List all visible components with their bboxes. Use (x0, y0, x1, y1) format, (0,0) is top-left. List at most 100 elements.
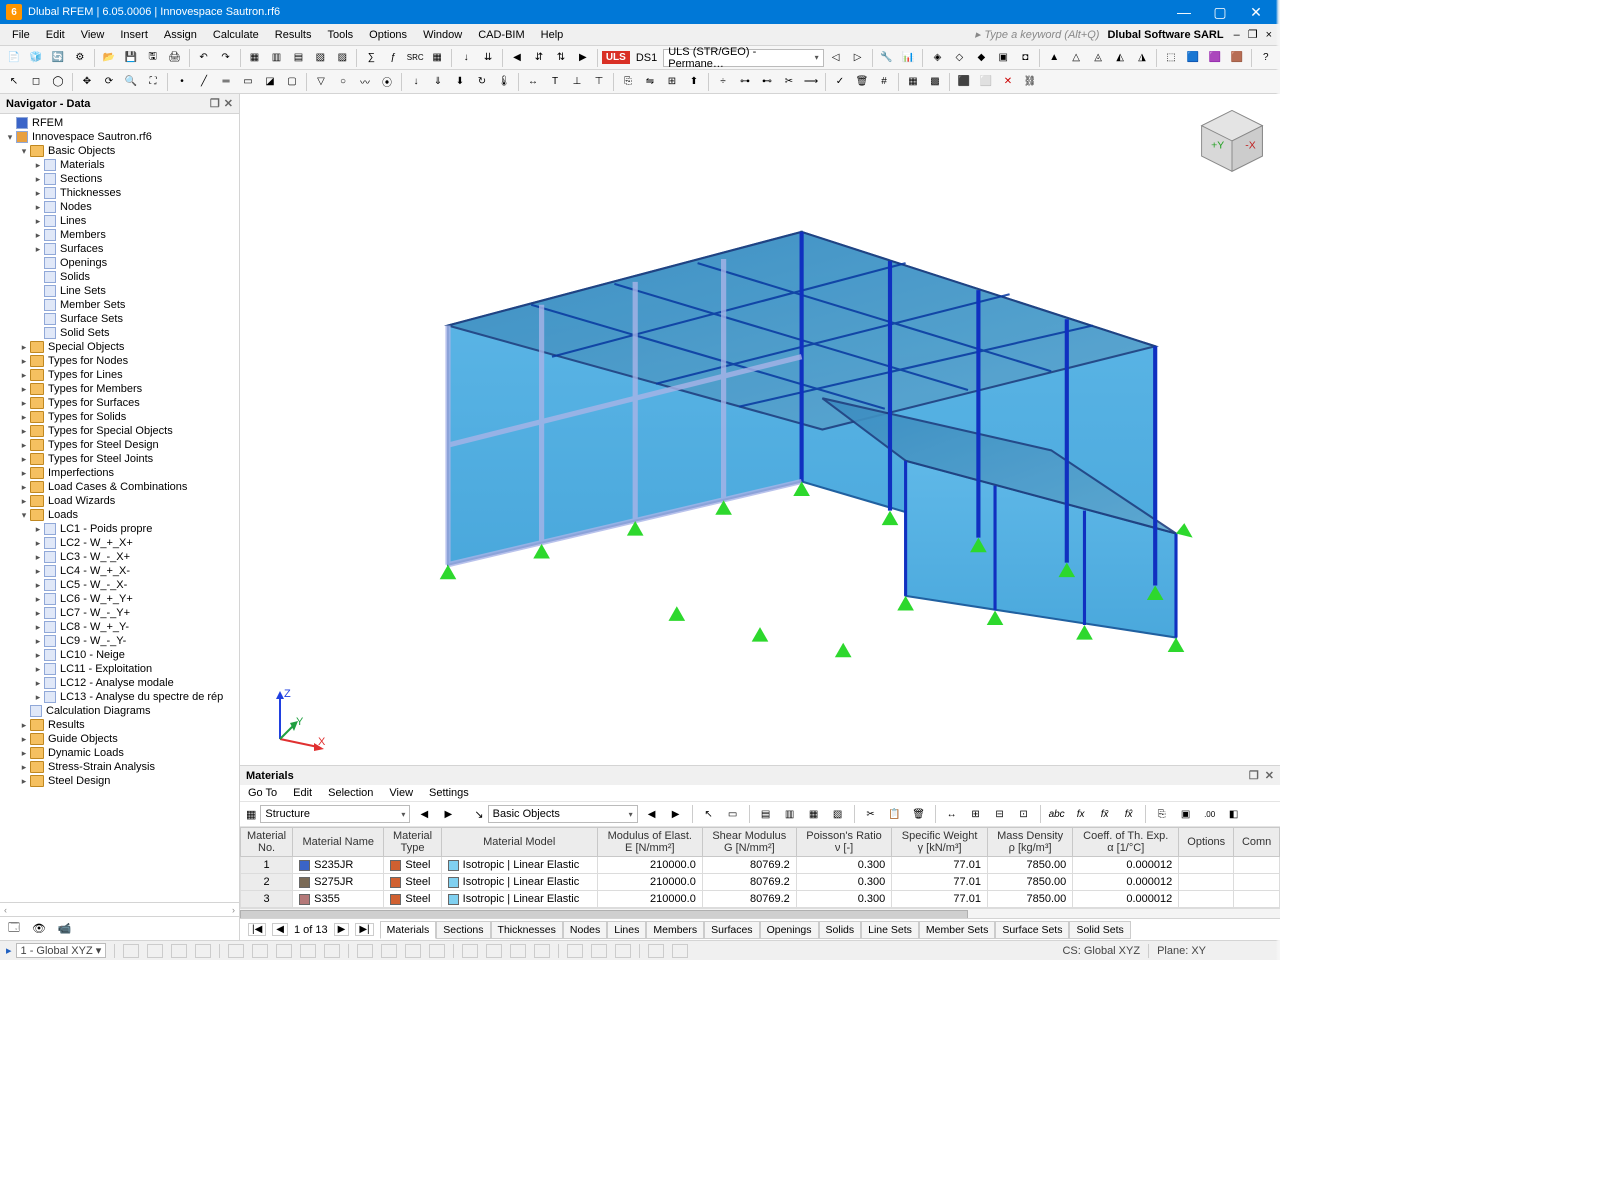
line-icon[interactable]: ╱ (194, 72, 214, 92)
new-file-icon[interactable]: 📄 (4, 48, 24, 68)
solid-icon[interactable]: ◪ (260, 72, 280, 92)
spring-icon[interactable]: 〰 (355, 72, 375, 92)
sb-10-icon[interactable] (357, 944, 373, 958)
refresh-icon[interactable]: 🔄 (48, 48, 68, 68)
tree-mid-0[interactable]: ▸Special Objects (0, 340, 239, 354)
mesh-icon[interactable]: ▦ (903, 72, 923, 92)
rotate-icon[interactable]: ⟳ (99, 72, 119, 92)
save-all-icon[interactable]: 🖫 (143, 48, 163, 68)
grp-2-icon[interactable]: ⬜ (976, 72, 996, 92)
sb-13-icon[interactable] (429, 944, 445, 958)
sb-14-icon[interactable] (462, 944, 478, 958)
x-icon[interactable]: ✕ (998, 72, 1018, 92)
tab-surfaces[interactable]: Surfaces (704, 921, 759, 939)
cs-dropdown[interactable]: 1 - Global XYZ ▾ (16, 943, 107, 958)
menu-assign[interactable]: Assign (156, 27, 205, 43)
mp-edit[interactable]: Edit (293, 787, 312, 799)
view-2-icon[interactable]: ◇ (949, 48, 969, 68)
sb-3-icon[interactable] (171, 944, 187, 958)
table-row[interactable]: 3 S355 Steel Isotropic | Linear Elastic … (241, 891, 1280, 908)
structure-dropdown[interactable]: Structure (260, 805, 410, 823)
navigation-cube[interactable]: -X +Y (1194, 104, 1270, 174)
tree-mid-7[interactable]: ▸Types for Steel Design (0, 438, 239, 452)
tree-root[interactable]: RFEM (0, 116, 239, 130)
tree-bo-10[interactable]: Member Sets (0, 298, 239, 312)
tree-end-0[interactable]: ▸Results (0, 718, 239, 732)
nav-tab-display-icon[interactable]: 👁 (32, 922, 46, 935)
select-cube3-icon[interactable]: 🟫 (1227, 48, 1247, 68)
view-3-icon[interactable]: ◆ (971, 48, 991, 68)
close-button[interactable]: ✕ (1238, 0, 1274, 24)
prev-case-icon[interactable]: ◁ (826, 48, 846, 68)
sb-5-icon[interactable] (228, 944, 244, 958)
mdi-min-icon[interactable]: – (1230, 29, 1244, 41)
node-icon[interactable]: • (172, 72, 192, 92)
tree-bo-8[interactable]: Solids (0, 270, 239, 284)
mp-fx2-icon[interactable]: fx̄ (1095, 804, 1115, 824)
calc-src-icon[interactable]: SRC (405, 48, 425, 68)
tree-mid-9[interactable]: ▸Imperfections (0, 466, 239, 480)
pin-icon[interactable]: ❐ (210, 97, 220, 110)
load-icon[interactable]: ↓ (456, 48, 476, 68)
load-area-icon[interactable]: ⬇ (450, 72, 470, 92)
tree-end-2[interactable]: ▸Dynamic Loads (0, 746, 239, 760)
nav-tab-views-icon[interactable]: 📹 (58, 922, 72, 935)
basic-objects-dropdown[interactable]: Basic Objects (488, 805, 638, 823)
sb-19-icon[interactable] (591, 944, 607, 958)
3d-viewport[interactable]: -X +Y Z X Y (240, 94, 1280, 765)
mp-tool-11-icon[interactable]: ⊞ (966, 804, 986, 824)
tree-calc-diag[interactable]: Calculation Diagrams (0, 704, 239, 718)
sb-15-icon[interactable] (486, 944, 502, 958)
release-icon[interactable]: ⦿ (377, 72, 397, 92)
sync-icon[interactable]: ⇵ (529, 48, 549, 68)
load-moment-icon[interactable]: ↻ (472, 72, 492, 92)
sb-6-icon[interactable] (252, 944, 268, 958)
section-icon[interactable]: ⊥ (567, 72, 587, 92)
hinge-icon[interactable]: ○ (333, 72, 353, 92)
sync2-icon[interactable]: ⇅ (551, 48, 571, 68)
render-1-icon[interactable]: ▲ (1044, 48, 1064, 68)
mp-tool-2-icon[interactable]: ▭ (723, 804, 743, 824)
mp-settings[interactable]: Settings (429, 787, 469, 799)
tree-lc-11[interactable]: ▸LC12 - Analyse modale (0, 676, 239, 690)
tab-materials[interactable]: Materials (380, 921, 437, 939)
tab-lines[interactable]: Lines (607, 921, 646, 939)
table3-icon[interactable]: ▨ (332, 48, 352, 68)
redo-icon[interactable]: ↷ (216, 48, 236, 68)
menu-help[interactable]: Help (533, 27, 572, 43)
sb-16-icon[interactable] (510, 944, 526, 958)
pg-first-icon[interactable]: |◀ (248, 923, 266, 936)
mp-fx1-icon[interactable]: fx (1071, 804, 1091, 824)
tree-mid-5[interactable]: ▸Types for Solids (0, 410, 239, 424)
mp-fx-icon[interactable]: abc (1047, 804, 1067, 824)
check-icon[interactable]: ✓ (830, 72, 850, 92)
tab-member-sets[interactable]: Member Sets (919, 921, 995, 939)
sb-7-icon[interactable] (276, 944, 292, 958)
tree-mid-8[interactable]: ▸Types for Steel Joints (0, 452, 239, 466)
panel-pin-icon[interactable]: ❐ (1249, 769, 1259, 782)
copy-icon[interactable]: ⎘ (618, 72, 638, 92)
bc2-prev-icon[interactable]: ◀ (642, 804, 662, 824)
sb-4-icon[interactable] (195, 944, 211, 958)
mp-tool-3-icon[interactable]: ▤ (756, 804, 776, 824)
arrow-right-icon[interactable]: ▶ (573, 48, 593, 68)
view-iso-icon[interactable]: ◈ (927, 48, 947, 68)
tree-file[interactable]: ▾Innovespace Sautron.rf6 (0, 130, 239, 144)
nav-data-icon[interactable]: ▦ (245, 48, 265, 68)
text-icon[interactable]: T (545, 72, 565, 92)
pg-next-icon[interactable]: ▶ (334, 923, 350, 936)
tree-basic-objects[interactable]: ▾Basic Objects (0, 144, 239, 158)
renumber-icon[interactable]: # (874, 72, 894, 92)
tree-bo-5[interactable]: ▸Members (0, 228, 239, 242)
mirror-icon[interactable]: ⇋ (640, 72, 660, 92)
tree-lc-3[interactable]: ▸LC4 - W_+_X- (0, 564, 239, 578)
divide-icon[interactable]: ÷ (713, 72, 733, 92)
mp-exp2-icon[interactable]: ▣ (1176, 804, 1196, 824)
tab-solid-sets[interactable]: Solid Sets (1069, 921, 1130, 939)
tree-end-4[interactable]: ▸Steel Design (0, 774, 239, 788)
table2-icon[interactable]: ▧ (310, 48, 330, 68)
menu-calculate[interactable]: Calculate (205, 27, 267, 43)
panel-close-icon[interactable]: ✕ (1265, 769, 1274, 782)
table-row[interactable]: 1 S235JR Steel Isotropic | Linear Elasti… (241, 857, 1280, 874)
member-icon[interactable]: ═ (216, 72, 236, 92)
